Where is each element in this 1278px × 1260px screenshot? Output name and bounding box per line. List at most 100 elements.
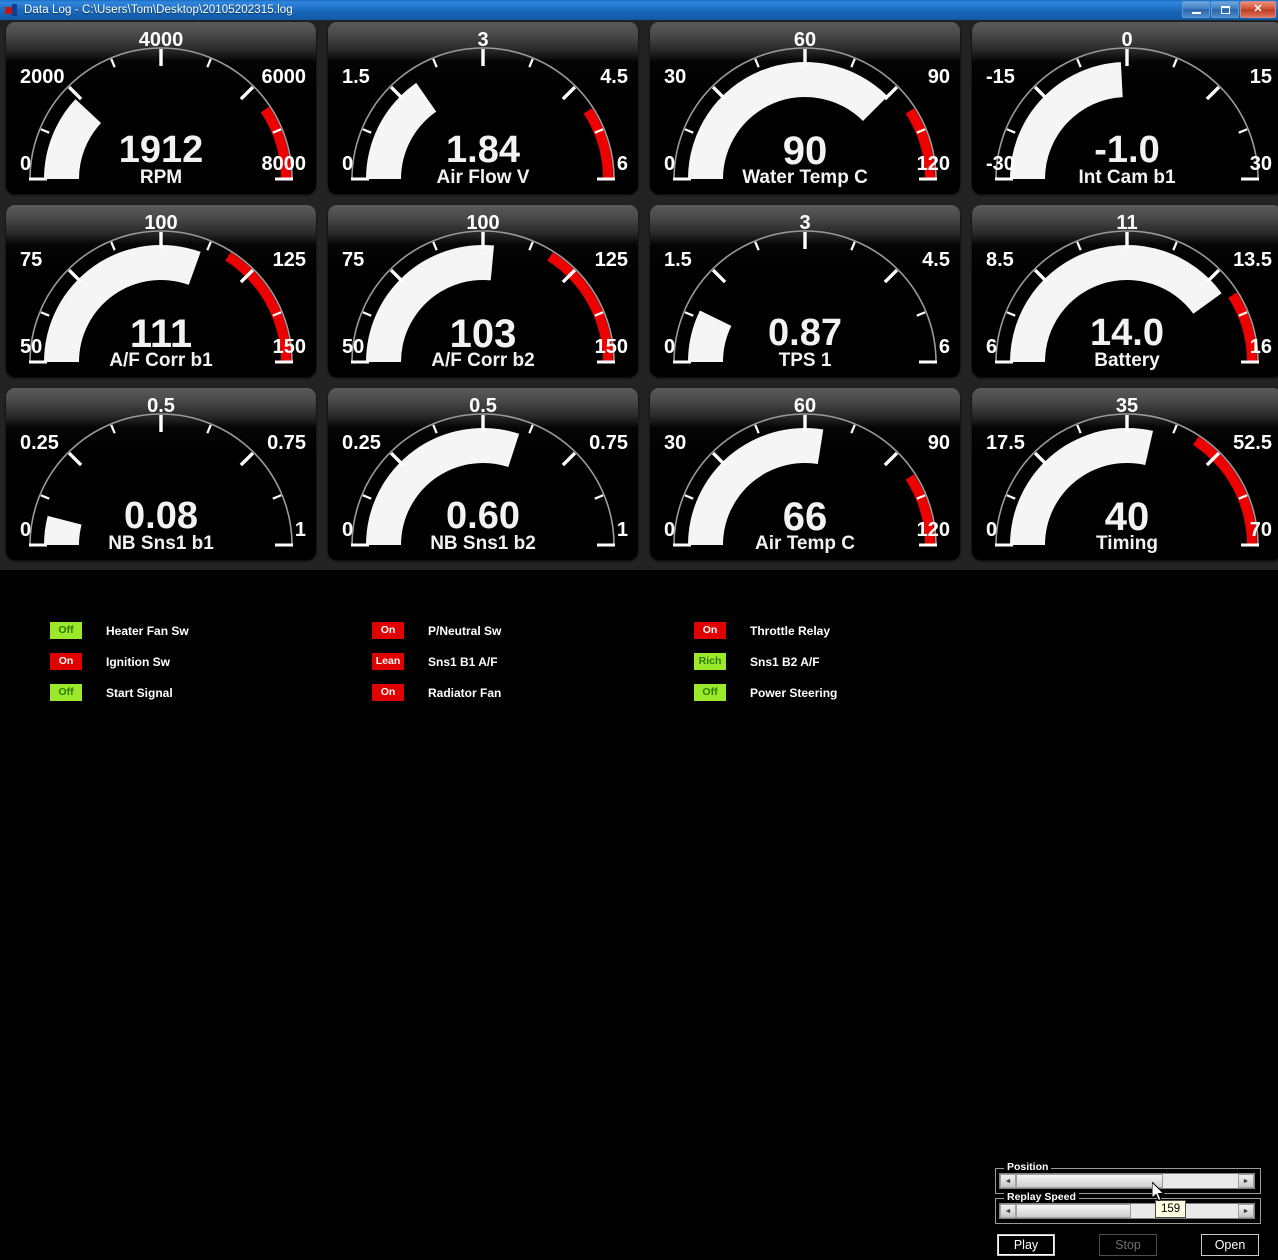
gauge-tick-minor xyxy=(850,424,856,434)
indicator-label-ignition-sw: Ignition Sw xyxy=(106,654,170,669)
gauge-tick-minor xyxy=(1076,241,1082,251)
gauge-tick-major xyxy=(67,85,83,101)
position-thumb[interactable] xyxy=(1016,1174,1163,1188)
gauge-scale-major-1: 30 xyxy=(664,432,687,454)
indicator-power-steering: Off Power Steering xyxy=(694,684,837,701)
gauge-tick-minor xyxy=(1076,424,1082,434)
gauge-scale-major-3: 0.75 xyxy=(589,432,628,454)
mouse-cursor-icon xyxy=(1152,1182,1165,1202)
gauge-tick-major xyxy=(1033,268,1049,284)
replay-speed-thumb[interactable] xyxy=(1016,1204,1131,1218)
position-scrollbar[interactable]: ◄ ► xyxy=(999,1173,1255,1189)
gauge-tick-minor xyxy=(432,241,438,251)
gauge-scale-major-2: 100 xyxy=(144,212,178,234)
indicator-label-throttle-relay: Throttle Relay xyxy=(750,623,831,638)
replay-right-arrow-icon[interactable]: ► xyxy=(1238,1204,1254,1218)
gauge-scale-major-3: 15 xyxy=(1249,66,1272,88)
gauge-label-int-cam-b1: Int Cam b1 xyxy=(1078,167,1176,188)
gauge-af-corr-b1: 50 150 75 100 125 111 A/F Corr b1 xyxy=(6,205,316,377)
gauge-tick-major xyxy=(561,85,577,101)
gauge-tick-minor xyxy=(206,424,212,434)
gauge-scale-major-3: 90 xyxy=(927,66,950,88)
gauge-tick-minor xyxy=(850,58,856,68)
gauge-scale-major-3: 6000 xyxy=(261,66,307,88)
gauge-scale-major-2: 11 xyxy=(1116,212,1138,234)
gauge-battery: 6 16 8.5 11 13.5 14.0 Battery xyxy=(972,205,1278,377)
gauge-label-timing: Timing xyxy=(1096,533,1158,554)
gauge-tick-minor xyxy=(432,424,438,434)
gauge-tick-major xyxy=(389,268,405,284)
replay-speed-scrollbar[interactable]: ◄ ► xyxy=(999,1203,1255,1219)
gauge-value-rpm: 1912 xyxy=(118,129,204,171)
gauge-scale-major-2: 3 xyxy=(799,212,811,234)
gauge-value-nb-sns1-b1: 0.08 xyxy=(124,495,198,537)
window-title-bar[interactable]: Data Log - C:\Users\Tom\Desktop\20105202… xyxy=(0,0,1278,20)
gauge-tick-minor xyxy=(528,424,534,434)
indicator-label-power-steering: Power Steering xyxy=(750,685,838,700)
gauge-tick-minor xyxy=(1076,58,1082,68)
play-button[interactable]: Play xyxy=(997,1234,1055,1256)
gauge-rpm: 0 8000 2000 4000 6000 1912 RPM xyxy=(6,22,316,194)
gauge-label-tps-1: TPS 1 xyxy=(778,350,832,371)
maximize-button[interactable] xyxy=(1211,1,1239,18)
gauge-scale-major-3: 125 xyxy=(272,249,306,271)
gauge-water-temp-c: 0 120 30 60 90 90 Water Temp C xyxy=(650,22,960,194)
gauge-label-af-corr-b1: A/F Corr b1 xyxy=(109,350,213,371)
replay-speed-track[interactable] xyxy=(1016,1204,1238,1218)
gauge-label-air-temp-c: Air Temp C xyxy=(755,533,855,554)
gauge-tick-minor xyxy=(528,241,534,251)
app-body: 0 8000 2000 4000 6000 1912 RPM 0 6 1.5 3 4.5 1.84 Air… xyxy=(0,20,1278,1256)
status-panel: Off Heater Fan Sw On Ignition Sw Off Start Si… xyxy=(0,570,1278,1256)
gauge-tick-minor xyxy=(528,58,534,68)
gauge-label-rpm: RPM xyxy=(139,167,183,188)
stop-button[interactable]: Stop xyxy=(1099,1234,1157,1256)
gauge-scale-major-3: 90 xyxy=(927,432,950,454)
app-icon xyxy=(5,3,19,17)
indicator-p-neutral-sw: On P/Neutral Sw xyxy=(372,622,501,639)
gauge-tick-minor xyxy=(1172,241,1178,251)
gauge-air-flow-v: 0 6 1.5 3 4.5 1.84 Air Flow V xyxy=(328,22,638,194)
gauge-nb-sns1-b1: 0 1 0.25 0.5 0.75 0.08 NB Sns1 b1 xyxy=(6,388,316,560)
gauge-tps-1: 0 6 1.5 3 4.5 0.87 TPS 1 xyxy=(650,205,960,377)
open-button[interactable]: Open xyxy=(1201,1234,1259,1256)
indicator-label-radiator-fan: Radiator Fan xyxy=(428,685,502,700)
close-button[interactable]: ✕ xyxy=(1240,1,1276,18)
gauge-int-cam-b1: -30 30 -15 0 15 -1.0 Int Cam b1 xyxy=(972,22,1278,194)
gauge-tick-major xyxy=(1205,268,1221,284)
gauge-value-water-temp-c: 90 xyxy=(782,129,828,173)
gauge-value-tps-1: 0.87 xyxy=(768,312,842,354)
gauge-value-air-temp-c: 66 xyxy=(782,495,828,539)
status-badge-heater-fan-sw: Off xyxy=(50,622,82,639)
gauge-tick-major xyxy=(239,451,255,467)
gauge-tick-minor xyxy=(754,424,760,434)
status-badge-throttle-relay: On xyxy=(694,622,726,639)
gauge-tick-major xyxy=(389,85,405,101)
gauge-scale-major-1: 30 xyxy=(664,66,687,88)
gauge-tick-minor xyxy=(1172,424,1178,434)
minimize-button[interactable] xyxy=(1182,1,1210,18)
replay-left-arrow-icon[interactable]: ◄ xyxy=(1000,1204,1016,1218)
maximize-icon xyxy=(1220,5,1230,14)
gauge-scale-major-3: 4.5 xyxy=(922,249,950,271)
gauge-tick-major xyxy=(711,451,727,467)
window-buttons: ✕ xyxy=(1182,1,1276,18)
gauge-label-water-temp-c: Water Temp C xyxy=(742,167,868,188)
position-track[interactable] xyxy=(1016,1174,1238,1188)
indicator-label-sns1-b2-af: Sns1 B2 A/F xyxy=(750,654,820,669)
indicator-label-heater-fan-sw: Heater Fan Sw xyxy=(106,623,189,638)
gauge-label-nb-sns1-b1: NB Sns1 b1 xyxy=(108,533,214,554)
gauge-scale-major-2: 35 xyxy=(1115,395,1139,417)
indicator-heater-fan-sw: Off Heater Fan Sw xyxy=(50,622,189,639)
transport-buttons: Play Stop Open xyxy=(995,1234,1267,1256)
gauge-tick-minor xyxy=(754,241,760,251)
gauge-value-timing: 40 xyxy=(1104,495,1150,539)
gauge-af-corr-b2: 50 150 75 100 125 103 A/F Corr b2 xyxy=(328,205,638,377)
position-left-arrow-icon[interactable]: ◄ xyxy=(1000,1174,1016,1188)
position-right-arrow-icon[interactable]: ► xyxy=(1238,1174,1254,1188)
gauge-scale-major-1: 1.5 xyxy=(664,249,692,271)
gauge-scale-major-2: 3 xyxy=(477,29,489,51)
gauge-label-air-flow-v: Air Flow V xyxy=(436,167,530,188)
gauge-label-af-corr-b2: A/F Corr b2 xyxy=(431,350,535,371)
gauge-tick-minor xyxy=(850,241,856,251)
status-badge-start-signal: Off xyxy=(50,684,82,701)
